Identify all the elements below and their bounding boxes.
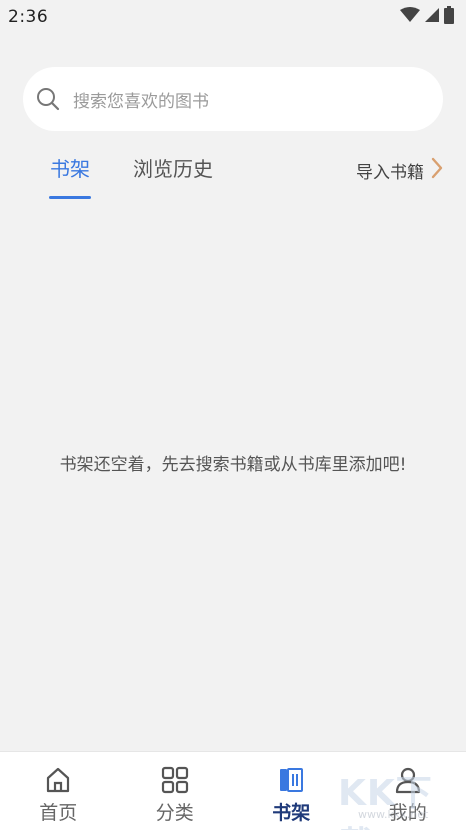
status-time: 2:36 xyxy=(8,7,49,27)
grid-icon xyxy=(159,764,191,796)
home-icon xyxy=(42,764,74,796)
chevron-right-icon xyxy=(430,157,444,184)
nav-item-home[interactable]: 首页 xyxy=(0,752,117,830)
nav-label-home: 首页 xyxy=(39,802,78,824)
search-icon xyxy=(35,86,61,112)
import-books-label: 导入书籍 xyxy=(356,163,424,183)
signal-icon xyxy=(424,7,440,27)
nav-label-category: 分类 xyxy=(155,802,194,824)
nav-item-bookshelf[interactable]: 书架 xyxy=(233,752,350,830)
tab-bookshelf[interactable]: 书架 xyxy=(50,155,90,185)
battery-icon xyxy=(444,6,454,28)
bookshelf-icon xyxy=(275,764,307,796)
status-bar: 2:36 xyxy=(0,0,466,34)
wifi-icon xyxy=(400,7,420,27)
nav-item-mine[interactable]: 我的 xyxy=(350,752,466,830)
nav-label-bookshelf: 书架 xyxy=(272,802,311,824)
bottom-nav: 首页 分类 书架 我的 xyxy=(0,751,466,830)
search-input[interactable]: 搜索您喜欢的图书 xyxy=(23,67,443,131)
status-icons xyxy=(400,6,454,28)
import-books-button[interactable]: 导入书籍 xyxy=(356,157,444,184)
search-placeholder: 搜索您喜欢的图书 xyxy=(73,91,209,112)
tab-active-indicator xyxy=(49,196,91,199)
nav-label-mine: 我的 xyxy=(388,802,427,824)
user-icon xyxy=(392,764,424,796)
nav-item-category[interactable]: 分类 xyxy=(117,752,234,830)
tab-browse-history[interactable]: 浏览历史 xyxy=(133,155,213,185)
empty-shelf-message: 书架还空着，先去搜索书籍或从书库里添加吧! xyxy=(59,455,407,475)
